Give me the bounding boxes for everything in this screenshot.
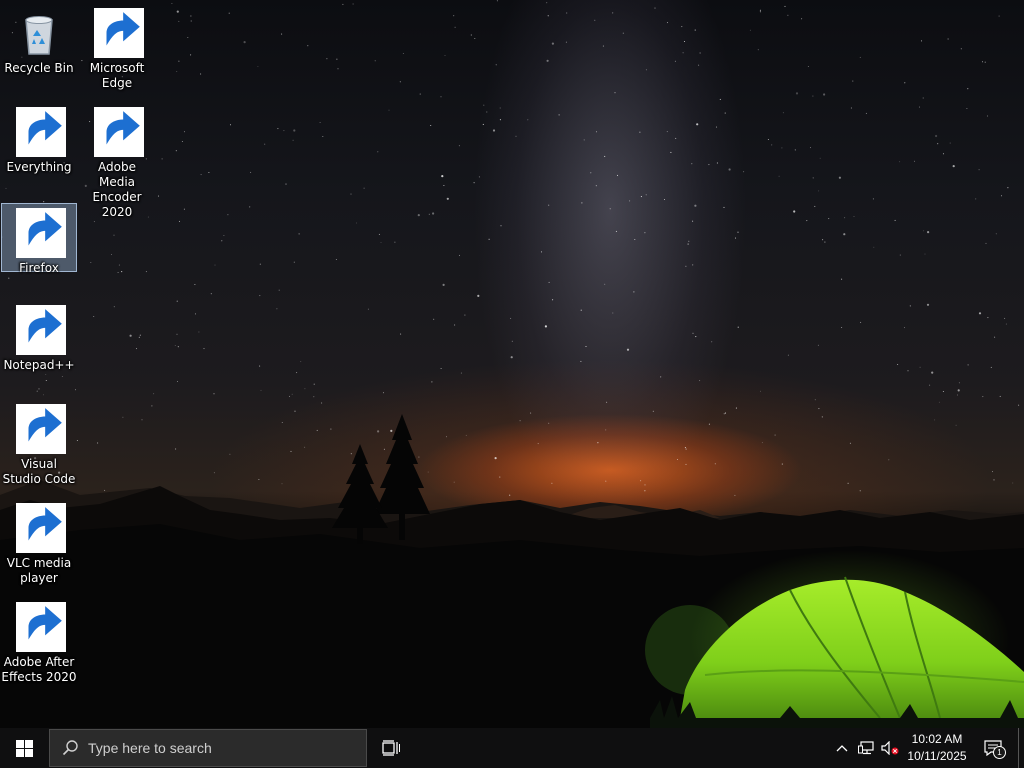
desktop-icon-label: Everything	[6, 160, 72, 174]
search-placeholder: Type here to search	[88, 740, 212, 756]
taskbar-clock[interactable]: 10:02 AM 10/11/2025	[902, 728, 972, 768]
desktop-icon-label: VLC media player	[6, 556, 72, 585]
clock-date: 10/11/2025	[907, 749, 967, 763]
recycle-bin-icon	[25, 16, 53, 55]
desktop-icon-label: Adobe After Effects 2020	[1, 655, 77, 684]
desktop-wallpaper[interactable]: Recycle Bin Microsoft Edge Everything Ad…	[0, 0, 1024, 768]
clock-time: 10:02 AM	[911, 732, 963, 746]
desktop-icon-visual-studio-code[interactable]: Visual Studio Code	[1, 400, 77, 494]
mountain-landscape	[0, 414, 1024, 728]
network-button[interactable]	[854, 728, 878, 768]
notification-count-badge: 1	[993, 746, 1006, 759]
desktop-icon-microsoft-edge[interactable]: Microsoft Edge	[79, 4, 155, 98]
desktop-icon-label: Adobe Media Encoder 2020	[92, 160, 142, 219]
desktop-icon-label: Visual Studio Code	[2, 457, 76, 486]
task-view-button[interactable]	[367, 728, 415, 768]
shortcut-arrow-icon	[16, 503, 66, 553]
chevron-up-icon	[836, 745, 848, 752]
windows-logo-icon	[15, 739, 33, 757]
shortcut-arrow-icon	[16, 602, 66, 652]
desktop-icon-label: Notepad++	[3, 358, 75, 372]
taskbar-search-box[interactable]: Type here to search	[49, 729, 367, 767]
show-desktop-button[interactable]	[1018, 728, 1024, 768]
shortcut-arrow-icon	[94, 8, 144, 58]
taskbar: Type here to search 10:02 AM 10/11/2025 …	[0, 728, 1024, 768]
search-icon	[62, 740, 78, 756]
shortcut-arrow-icon	[16, 107, 66, 157]
volume-muted-icon	[881, 741, 899, 755]
start-button[interactable]	[0, 728, 48, 768]
system-tray: 10:02 AM 10/11/2025 1	[830, 728, 1024, 768]
network-icon	[858, 741, 874, 755]
shortcut-arrow-icon	[94, 107, 144, 157]
desktop-icon-label: Firefox	[19, 261, 59, 275]
desktop-icon-notepad-plus-plus[interactable]: Notepad++	[1, 301, 77, 395]
task-view-icon	[382, 740, 400, 756]
desktop-icon-everything[interactable]: Everything	[1, 103, 77, 197]
show-hidden-icons-button[interactable]	[830, 728, 854, 768]
shortcut-arrow-icon	[16, 305, 66, 355]
desktop-icon-adobe-media-encoder[interactable]: Me Adobe Media Encoder 2020	[79, 103, 155, 219]
volume-button[interactable]	[878, 728, 902, 768]
desktop-icon-firefox[interactable]: Firefox	[1, 203, 77, 275]
desktop-icon-label: Recycle Bin	[4, 61, 74, 75]
desktop-icon-vlc[interactable]: VLC media player	[1, 499, 77, 593]
shortcut-arrow-icon	[16, 208, 66, 258]
shortcut-arrow-icon	[16, 404, 66, 454]
action-center-button[interactable]: 1	[972, 728, 1014, 768]
desktop-icon-recycle-bin[interactable]: Recycle Bin	[1, 4, 77, 98]
desktop-icon-adobe-after-effects[interactable]: Ae Adobe After Effects 2020	[1, 598, 77, 692]
desktop-icon-label: Microsoft Edge	[89, 61, 145, 90]
